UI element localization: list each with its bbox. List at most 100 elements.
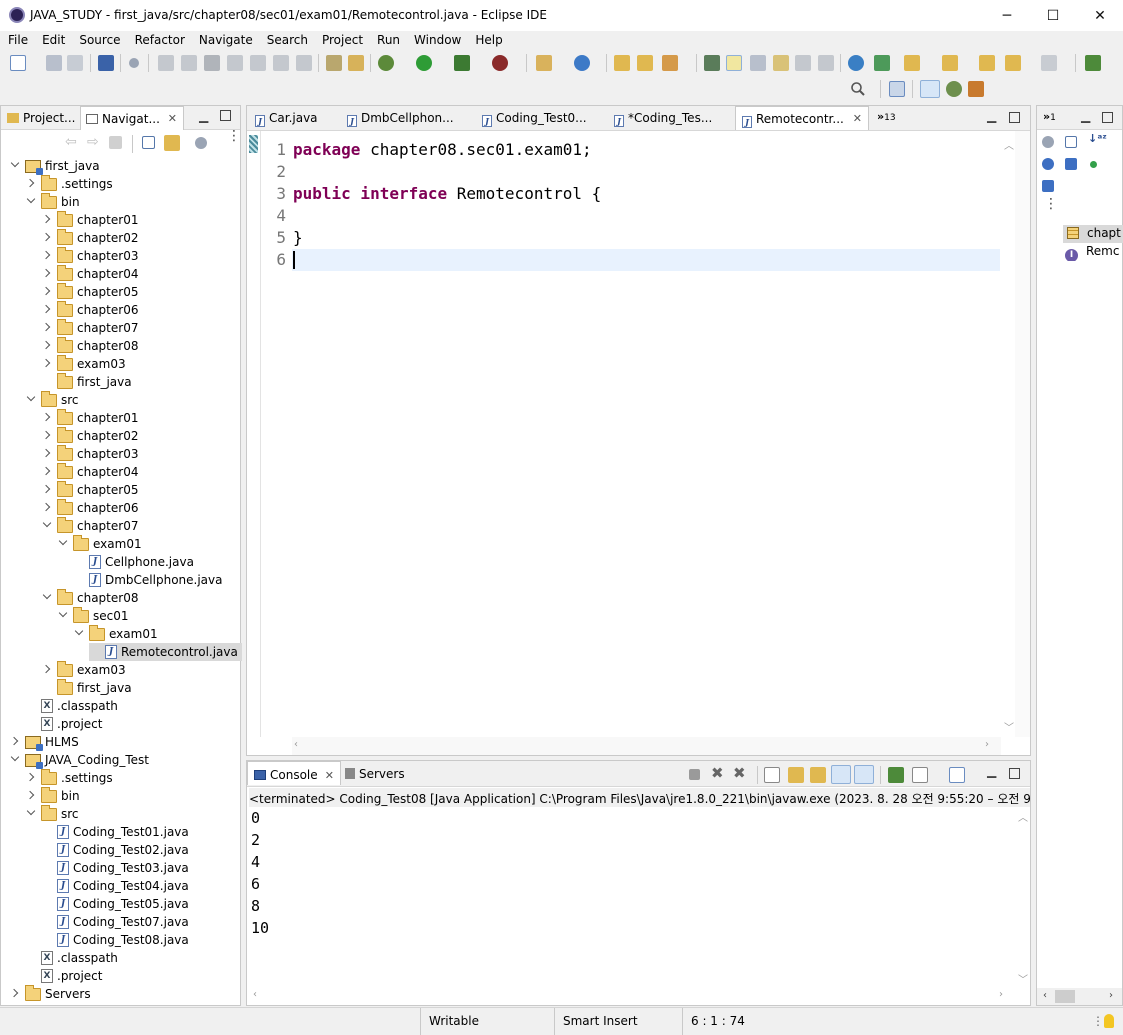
tree-item-file[interactable]: X .project <box>25 967 102 985</box>
tree-item-folder[interactable]: bin <box>25 786 80 805</box>
expanded-chevron-icon[interactable] <box>41 520 53 532</box>
expanded-chevron-icon[interactable] <box>25 196 37 208</box>
tree-item-folder[interactable]: exam01 <box>73 624 158 643</box>
minimize-view-icon[interactable]: ▁ <box>199 109 208 123</box>
search-toolbar-icon[interactable] <box>662 55 678 71</box>
open-type-icon[interactable] <box>614 55 630 71</box>
close-tab-icon[interactable]: ✕ <box>168 112 177 125</box>
terminal-icon[interactable] <box>98 55 114 71</box>
outline-view-menu-icon[interactable]: ⋮ <box>1044 197 1058 211</box>
code-line[interactable] <box>292 205 1000 227</box>
tree-item-java-file[interactable]: J Coding_Test03.java <box>41 859 189 877</box>
tree-item-folder[interactable]: chapter04 <box>41 462 138 481</box>
collapsed-chevron-icon[interactable] <box>41 268 53 280</box>
collapsed-chevron-icon[interactable] <box>41 484 53 496</box>
tree-item-folder[interactable]: chapter03 <box>41 444 138 463</box>
menu-refactor[interactable]: Refactor <box>127 31 191 51</box>
expanded-chevron-icon[interactable] <box>57 610 69 622</box>
expanded-chevron-icon[interactable] <box>25 808 37 820</box>
editor-tab-remotecontrol[interactable]: J Remotecontr... ✕ <box>735 106 869 130</box>
tree-item-folder[interactable]: src <box>25 390 79 409</box>
collapsed-chevron-icon[interactable] <box>41 412 53 424</box>
menu-search[interactable]: Search <box>259 31 314 51</box>
drop-to-frame-icon[interactable] <box>348 55 364 71</box>
tree-item-folder[interactable]: chapter06 <box>41 498 138 517</box>
tab-servers[interactable]: Servers <box>343 761 413 785</box>
tree-item-project[interactable]: JAVA_Coding_Test <box>9 751 149 769</box>
tree-item-project[interactable]: HLMS <box>9 733 79 751</box>
code-line[interactable] <box>292 161 1000 183</box>
expanded-chevron-icon[interactable] <box>9 754 21 766</box>
console-horizontal-scrollbar[interactable]: ‹ › <box>247 987 1015 1005</box>
step-over-icon[interactable] <box>273 55 289 71</box>
tree-item-folder[interactable]: Servers <box>9 984 91 1003</box>
collapsed-chevron-icon[interactable] <box>41 466 53 478</box>
tree-item-java-file[interactable]: J Coding_Test08.java <box>41 931 189 949</box>
collapsed-chevron-icon[interactable] <box>41 340 53 352</box>
tree-item-folder[interactable]: first_java <box>41 678 132 697</box>
mark-occurrences-icon[interactable] <box>726 55 742 71</box>
resume-icon[interactable] <box>158 55 174 71</box>
tree-item-file[interactable]: X .classpath <box>25 949 118 967</box>
collapsed-chevron-icon[interactable] <box>41 448 53 460</box>
code-area[interactable]: package chapter08.sec01.exam01; public in… <box>292 131 1000 737</box>
menu-source[interactable]: Source <box>71 31 126 51</box>
outline-horizontal-scrollbar[interactable]: ‹ › <box>1037 988 1122 1005</box>
coverage-icon[interactable] <box>454 55 470 71</box>
last-edit-icon[interactable] <box>979 55 995 71</box>
nav-back-icon[interactable]: ⇦ <box>65 134 77 150</box>
terminate-console-icon[interactable] <box>689 769 700 780</box>
hide-local-types-icon[interactable] <box>1042 180 1054 192</box>
tree-item-folder[interactable]: chapter08 <box>41 336 138 355</box>
tree-item-folder[interactable]: chapter03 <box>41 246 138 265</box>
collapsed-chevron-icon[interactable] <box>41 430 53 442</box>
hide-fields-icon[interactable] <box>1042 136 1054 148</box>
debug-icon[interactable] <box>378 55 394 71</box>
next-annotation-icon[interactable] <box>904 55 920 71</box>
outline-item-package[interactable]: chapt <box>1063 225 1123 243</box>
tree-item-folder[interactable]: .settings <box>25 768 113 787</box>
close-button[interactable]: ✕ <box>1077 0 1123 31</box>
java-perspective-icon[interactable] <box>920 80 940 98</box>
external-tools-icon[interactable] <box>492 55 508 71</box>
tree-item-java-file[interactable]: J Coding_Test02.java <box>41 841 189 859</box>
debug-perspective-icon[interactable] <box>946 81 962 97</box>
tree-item-java-file[interactable]: J DmbCellphone.java <box>73 571 223 589</box>
maximize-outline-icon[interactable] <box>1102 112 1113 123</box>
minimize-button[interactable]: ─ <box>984 0 1030 31</box>
hide-nonpublic-icon[interactable] <box>1065 158 1077 170</box>
show-stderr-icon[interactable] <box>854 765 874 784</box>
menu-project[interactable]: Project <box>314 31 369 51</box>
code-line[interactable]: public interface Remotecontrol { <box>292 183 1000 205</box>
editor-tab-dmbcellphone[interactable]: J DmbCellphon... <box>343 106 471 130</box>
close-tab-icon[interactable]: ✕ <box>853 112 862 125</box>
tree-item-java-file[interactable]: J Coding_Test01.java <box>41 823 189 841</box>
tree-item-java-file[interactable]: J Cellphone.java <box>73 553 194 571</box>
editor-vertical-scrollbar[interactable]: ︿ ﹀ <box>1001 131 1015 737</box>
minimize-outline-icon[interactable]: ▁ <box>1081 109 1090 123</box>
editor-tab-codingtest-a[interactable]: J Coding_Test0... <box>480 106 606 130</box>
collapsed-chevron-icon[interactable] <box>41 286 53 298</box>
tree-item-folder[interactable]: exam03 <box>41 660 126 679</box>
expanded-chevron-icon[interactable] <box>57 538 69 550</box>
remove-launch-icon[interactable]: ✖ <box>711 764 724 782</box>
display-console-icon[interactable] <box>912 767 928 783</box>
tree-item-folder[interactable]: chapter01 <box>41 408 138 427</box>
tree-item-folder[interactable]: src <box>25 804 79 823</box>
sort-icon[interactable]: ↓ᵃᶻ <box>1088 132 1107 145</box>
tree-item-folder[interactable]: chapter06 <box>41 300 138 319</box>
open-console-icon[interactable] <box>949 767 965 783</box>
toggle-block-icon[interactable] <box>750 55 766 71</box>
globe-icon[interactable] <box>848 55 864 71</box>
pilcrow-icon[interactable] <box>818 55 834 71</box>
editor-horizontal-scrollbar[interactable]: ‹ › <box>292 737 1001 755</box>
tree-item-folder[interactable]: chapter07 <box>41 516 138 535</box>
code-line[interactable]: package chapter08.sec01.exam01; <box>292 139 1000 161</box>
forward-icon[interactable] <box>1041 55 1057 71</box>
tree-item-java-file[interactable]: J Coding_Test07.java <box>41 913 189 931</box>
back-icon[interactable] <box>1005 55 1021 71</box>
filters-icon[interactable] <box>195 137 207 149</box>
outline-overflow-button[interactable]: »1 <box>1043 106 1071 130</box>
minimize-console-icon[interactable]: ▁ <box>987 764 996 778</box>
collapsed-chevron-icon[interactable] <box>41 322 53 334</box>
